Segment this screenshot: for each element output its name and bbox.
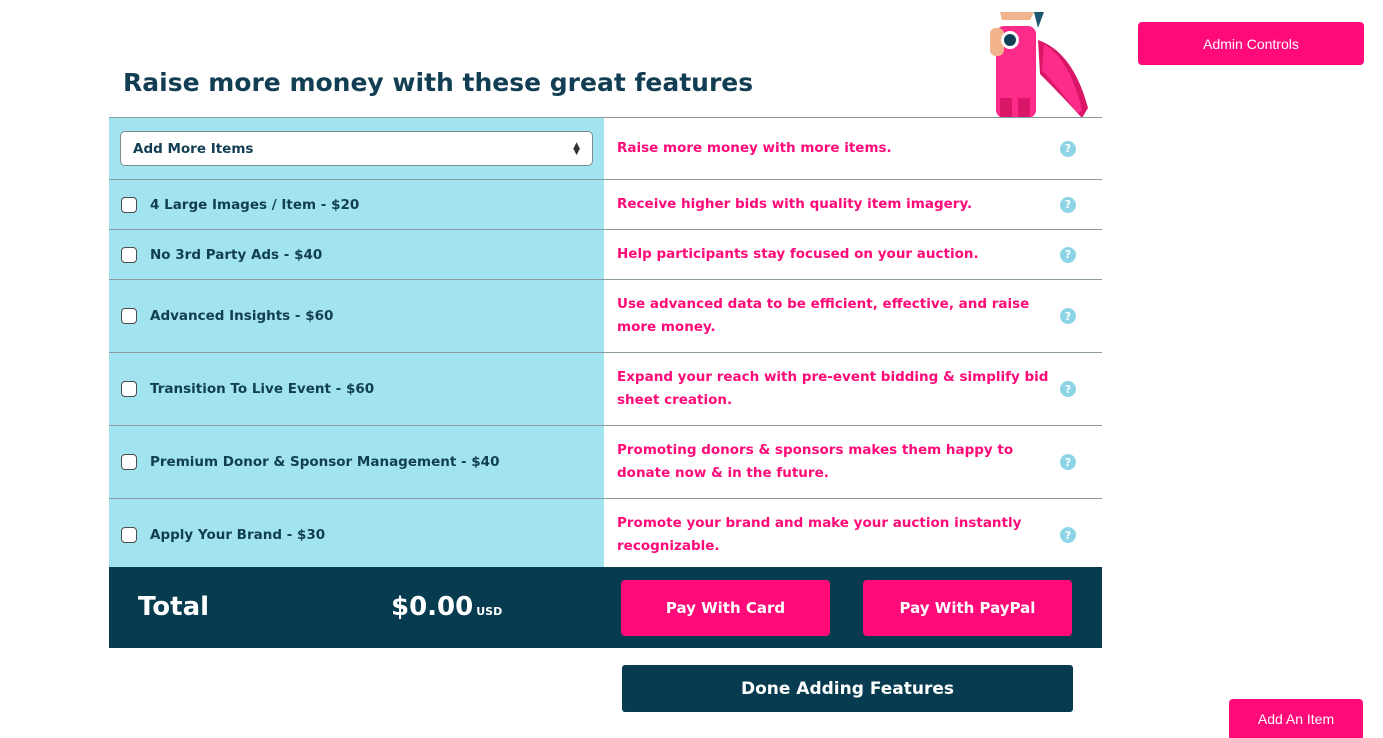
feature-description-cell: Promote your brand and make your auction… [604,499,1102,571]
feature-row: Premium Donor & Sponsor Management - $40… [109,425,1102,498]
feature-checkbox[interactable] [121,454,137,470]
feature-label: Apply Your Brand - $30 [150,527,326,543]
feature-label: Transition To Live Event - $60 [150,381,375,397]
feature-label: No 3rd Party Ads - $40 [150,246,323,263]
feature-checkbox[interactable] [121,527,137,543]
feature-checkbox[interactable] [121,246,137,263]
feature-checkbox[interactable] [121,308,137,324]
feature-description-cell: Use advanced data to be efficient, effec… [604,280,1102,352]
feature-option-cell: 4 Large Images / Item - $20 [109,180,604,229]
feature-description: Use advanced data to be efficient, effec… [617,296,1030,335]
feature-description: Raise more money with more items. [617,140,892,156]
total-label: Total [138,592,210,622]
feature-checkbox[interactable] [121,381,137,397]
help-icon[interactable]: ? [1060,381,1076,397]
feature-description: Promoting donors & sponsors makes them h… [617,442,1014,481]
help-icon[interactable]: ? [1060,140,1076,157]
feature-label: Advanced Insights - $60 [150,308,334,324]
feature-checkbox[interactable] [121,196,137,213]
feature-row: No 3rd Party Ads - $40 Help participants… [109,229,1102,279]
admin-controls-button[interactable]: Admin Controls [1138,22,1364,65]
feature-description: Expand your reach with pre-event bidding… [617,369,1049,408]
help-icon[interactable]: ? [1060,308,1076,324]
feature-select-cell: Add More Items ▲ ▼ [109,118,604,179]
feature-label: Premium Donor & Sponsor Management - $40 [150,454,500,470]
feature-description: Promote your brand and make your auction… [617,515,1022,554]
select-arrows-icon: ▲ ▼ [573,140,580,157]
feature-option-cell: Premium Donor & Sponsor Management - $40 [109,426,604,498]
select-value: Add More Items [133,140,254,157]
feature-description-cell: Receive higher bids with quality item im… [604,180,1102,229]
feature-description: Help participants stay focused on your a… [617,246,979,262]
features-table: Add More Items ▲ ▼ Raise more money with … [109,117,1102,571]
done-adding-features-button[interactable]: Done Adding Features [622,665,1073,712]
feature-row: Advanced Insights - $60 Use advanced dat… [109,279,1102,352]
feature-description: Receive higher bids with quality item im… [617,196,973,212]
add-an-item-button[interactable]: Add An Item [1229,699,1363,738]
page-title: Raise more money with these great featur… [123,68,754,97]
feature-option-cell: No 3rd Party Ads - $40 [109,230,604,279]
feature-description-cell: Promoting donors & sponsors makes them h… [604,426,1102,498]
help-icon[interactable]: ? [1060,527,1076,543]
feature-description-cell: Expand your reach with pre-event bidding… [604,353,1102,425]
superhero-illustration [990,12,1088,118]
feature-option-cell: Transition To Live Event - $60 [109,353,604,425]
total-value: $0.00 [391,592,474,622]
feature-option-cell: Advanced Insights - $60 [109,280,604,352]
pay-with-paypal-button[interactable]: Pay With PayPal [863,580,1072,636]
total-bar: Total $0.00 USD Pay With Card Pay With Pa… [109,567,1102,648]
feature-row: Transition To Live Event - $60 Expand yo… [109,352,1102,425]
feature-label: 4 Large Images / Item - $20 [150,196,360,213]
pay-with-card-button[interactable]: Pay With Card [621,580,830,636]
feature-row: Apply Your Brand - $30 Promote your bran… [109,498,1102,571]
feature-description-cell: Raise more money with more items. ? [604,118,1102,179]
help-icon[interactable]: ? [1060,196,1076,213]
feature-row-select: Add More Items ▲ ▼ Raise more money with … [109,117,1102,179]
total-amount: $0.00 USD [391,592,502,622]
feature-description-cell: Help participants stay focused on your a… [604,230,1102,279]
feature-row: 4 Large Images / Item - $20 Receive high… [109,179,1102,229]
help-icon[interactable]: ? [1060,246,1076,263]
help-icon[interactable]: ? [1060,454,1076,470]
total-currency: USD [476,605,503,618]
feature-option-cell: Apply Your Brand - $30 [109,499,604,571]
add-more-items-select[interactable]: Add More Items ▲ ▼ [120,131,593,166]
